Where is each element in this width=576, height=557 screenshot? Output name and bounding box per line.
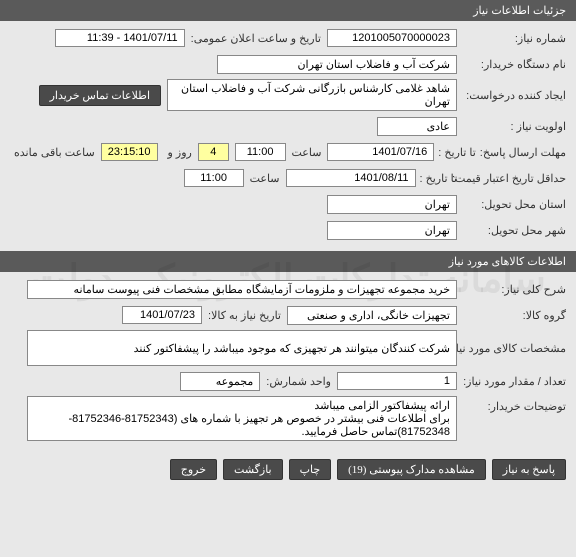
- row-buyer-notes: توضیحات خریدار: ارائه پیشفاکتور الزامی م…: [10, 396, 566, 441]
- field-announce-datetime: 1401/07/11 - 11:39: [55, 29, 185, 47]
- field-need-desc: خرید مجموعه تجهیزات و ملزومات آزمایشگاه …: [27, 280, 457, 299]
- attachments-button[interactable]: مشاهده مدارک پیوستی (19): [337, 459, 486, 480]
- buyer-contact-button[interactable]: اطلاعات تماس خریدار: [39, 85, 161, 106]
- label-hour-2: ساعت: [250, 172, 280, 185]
- label-goods-spec: مشخصات کالای مورد نیاز:: [461, 342, 566, 355]
- row-priority: اولویت نیاز : عادی: [10, 115, 566, 137]
- label-buyer-org: نام دستگاه خریدار:: [461, 58, 566, 71]
- field-request-creator: شاهد غلامی کارشناس بازرگانی شرکت آب و فا…: [167, 79, 457, 111]
- field-days-left: 4: [198, 143, 229, 161]
- label-need-number: شماره نیاز:: [461, 32, 566, 45]
- label-qty: تعداد / مقدار مورد نیاز:: [461, 375, 566, 388]
- row-goods-group: گروه کالا: تجهیزات خانگی، اداری و صنعتی …: [10, 304, 566, 326]
- section-need-info-header: جزئیات اطلاعات نیاز: [0, 0, 576, 21]
- field-price-hour: 11:00: [184, 169, 244, 187]
- row-price-validity: حداقل تاریخ اعتبار قیمت: تا تاریخ : 1401…: [10, 167, 566, 189]
- row-qty: تعداد / مقدار مورد نیاز: 1 واحد شمارش: م…: [10, 370, 566, 392]
- field-time-left: 23:15:10: [101, 143, 158, 161]
- field-goods-spec: شرکت کنندگان میتوانند هر تجهیزی که موجود…: [27, 330, 457, 366]
- label-priority: اولویت نیاز :: [461, 120, 566, 133]
- exit-button[interactable]: خروج: [170, 459, 217, 480]
- row-request-creator: ایجاد کننده درخواست: شاهد غلامی کارشناس …: [10, 79, 566, 111]
- label-unit: واحد شمارش:: [266, 375, 331, 388]
- row-need-number: شماره نیاز: 1201005070000023 تاریخ و ساع…: [10, 27, 566, 49]
- field-priority: عادی: [377, 117, 457, 136]
- row-delivery-city: شهر محل تحویل: تهران: [10, 219, 566, 241]
- row-delivery-province: استان محل تحویل: تهران: [10, 193, 566, 215]
- label-price-validity: حداقل تاریخ اعتبار قیمت:: [461, 172, 566, 185]
- row-goods-spec: مشخصات کالای مورد نیاز: شرکت کنندگان میت…: [10, 330, 566, 366]
- label-reply-deadline: مهلت ارسال پاسخ:: [480, 146, 566, 159]
- field-goods-group: تجهیزات خانگی، اداری و صنعتی: [287, 306, 457, 325]
- label-to-date-1: تا تاریخ :: [438, 146, 475, 159]
- field-buyer-notes: ارائه پیشفاکتور الزامی میباشد برای اطلاع…: [27, 396, 457, 441]
- label-goods-group: گروه کالا:: [461, 309, 566, 322]
- reply-button[interactable]: پاسخ به نیاز: [492, 459, 566, 480]
- label-hour-1: ساعت: [292, 146, 322, 159]
- field-reply-hour: 11:00: [235, 143, 286, 161]
- section-items-info-header: اطلاعات کالاهای مورد نیاز: [0, 251, 576, 272]
- label-remaining: ساعت باقی مانده: [14, 146, 95, 159]
- label-delivery-province: استان محل تحویل:: [461, 198, 566, 211]
- row-need-desc: شرح کلی نیاز: خرید مجموعه تجهیزات و ملزو…: [10, 278, 566, 300]
- label-buyer-notes: توضیحات خریدار:: [461, 396, 566, 413]
- items-info-content: شرح کلی نیاز: خرید مجموعه تجهیزات و ملزو…: [0, 272, 576, 451]
- label-announce-datetime: تاریخ و ساعت اعلان عمومی:: [191, 32, 321, 45]
- back-button[interactable]: بازگشت: [223, 459, 283, 480]
- field-buyer-org: شرکت آب و فاضلاب استان تهران: [217, 55, 457, 74]
- print-button[interactable]: چاپ: [289, 459, 332, 480]
- label-delivery-city: شهر محل تحویل:: [461, 224, 566, 237]
- row-reply-deadline: مهلت ارسال پاسخ: تا تاریخ : 1401/07/16 س…: [10, 141, 566, 163]
- field-delivery-province: تهران: [327, 195, 457, 214]
- field-delivery-city: تهران: [327, 221, 457, 240]
- label-request-creator: ایجاد کننده درخواست:: [461, 89, 566, 102]
- label-need-to-goods-date: تاریخ نیاز به کالا:: [208, 309, 281, 322]
- label-to-date-2: تا تاریخ :: [420, 172, 457, 185]
- field-qty: 1: [337, 372, 457, 390]
- field-need-to-goods-date: 1401/07/23: [122, 306, 202, 324]
- field-need-number: 1201005070000023: [327, 29, 457, 47]
- field-price-to-date: 1401/08/11: [286, 169, 416, 187]
- label-need-desc: شرح کلی نیاز:: [461, 283, 566, 296]
- need-info-content: شماره نیاز: 1201005070000023 تاریخ و ساع…: [0, 21, 576, 251]
- label-days-and: روز و: [168, 146, 192, 159]
- button-bar: پاسخ به نیاز مشاهده مدارک پیوستی (19) چا…: [0, 451, 576, 488]
- row-buyer-org: نام دستگاه خریدار: شرکت آب و فاضلاب استا…: [10, 53, 566, 75]
- field-unit: مجموعه: [180, 372, 260, 391]
- field-reply-to-date: 1401/07/16: [327, 143, 434, 161]
